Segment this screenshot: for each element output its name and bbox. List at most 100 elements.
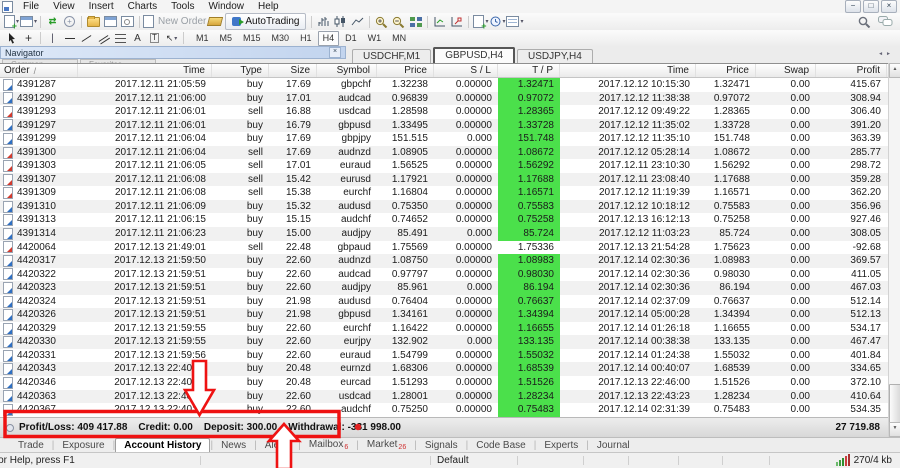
timeframe-w1[interactable]: W1	[363, 31, 387, 46]
autotrading-button[interactable]: AutoTrading	[225, 13, 306, 30]
line-chart-icon[interactable]	[349, 14, 366, 29]
refresh-icon[interactable]: ⇄	[44, 14, 61, 29]
history-row[interactable]: 43913142017.12.11 21:06:23buy15.00audjpy…	[0, 227, 888, 241]
minimize-button[interactable]: −	[845, 0, 861, 13]
history-row[interactable]: 44203312017.12.13 21:59:56buy22.60euraud…	[0, 349, 888, 363]
column-header-symbol[interactable]: Symbol	[317, 64, 377, 77]
new-document-button[interactable]: +▾	[472, 14, 489, 29]
history-row[interactable]: 44203302017.12.13 21:59:55buy22.60eurjpy…	[0, 335, 888, 349]
column-header-swap-close[interactable]: Swap	[756, 64, 816, 77]
column-header-profit-close[interactable]: Profit	[816, 64, 887, 77]
new-chart-button[interactable]: +▾	[3, 14, 20, 29]
pointer-icon[interactable]	[3, 31, 20, 46]
scrollbar-thumb[interactable]	[889, 384, 900, 424]
history-row[interactable]: 44203232017.12.13 21:59:51buy22.60audjpy…	[0, 281, 888, 295]
column-header-price-close[interactable]: Price	[696, 64, 756, 77]
restore-button[interactable]: □	[863, 0, 879, 13]
tab-market[interactable]: Market26	[359, 439, 414, 451]
menu-insert[interactable]: Insert	[82, 1, 121, 12]
menu-window[interactable]: Window	[201, 1, 251, 12]
column-header-type[interactable]: Type	[212, 64, 269, 77]
tile-windows-icon[interactable]	[407, 14, 424, 29]
candlestick-chart-icon[interactable]	[332, 14, 349, 29]
history-row[interactable]: 43912872017.12.11 21:05:59buy17.69gbpchf…	[0, 78, 888, 92]
timeframe-d1[interactable]: D1	[340, 31, 362, 46]
tab-experts[interactable]: Experts	[536, 440, 586, 451]
history-clock-button[interactable]: ▾	[489, 14, 506, 29]
tab-mailbox[interactable]: Mailbox6	[301, 439, 356, 451]
history-row[interactable]: 44203222017.12.13 21:59:51buy22.60audcad…	[0, 268, 888, 282]
market-watch-icon[interactable]	[102, 14, 119, 29]
text-icon[interactable]: A	[129, 31, 146, 46]
profiles-button[interactable]: ▾	[20, 14, 37, 29]
profiles-folder-icon[interactable]	[85, 14, 102, 29]
history-row[interactable]: 44203632017.12.13 22:40:00buy22.60usdcad…	[0, 390, 888, 404]
menu-help[interactable]: Help	[251, 1, 286, 12]
timeframe-m30[interactable]: M30	[267, 31, 295, 46]
tab-code-base[interactable]: Code Base	[468, 440, 533, 451]
column-header-time-close[interactable]: Time	[560, 64, 696, 77]
navigator-close-icon[interactable]: ×	[329, 47, 341, 58]
column-header-t-p[interactable]: T / P	[498, 64, 560, 77]
history-row[interactable]: 44203262017.12.13 21:59:51buy21.98gbpusd…	[0, 308, 888, 322]
timeframe-mn[interactable]: MN	[387, 31, 411, 46]
history-row[interactable]: 43913072017.12.11 21:06:08sell15.42eurus…	[0, 173, 888, 187]
label-icon[interactable]: T	[146, 31, 163, 46]
shapes-button[interactable]: ↖▾	[163, 31, 180, 46]
cursor-frame-icon[interactable]	[448, 14, 465, 29]
timeframe-m1[interactable]: M1	[191, 31, 214, 46]
navigator-titlebar[interactable]: Navigator ×	[0, 46, 346, 59]
chart-tab-usdjpy-h4[interactable]: USDJPY,H4	[517, 49, 593, 63]
channel-icon[interactable]	[95, 31, 112, 46]
indicators-icon[interactable]	[431, 14, 448, 29]
history-row[interactable]: 44203172017.12.13 21:59:50buy22.60audnzd…	[0, 254, 888, 268]
crosshair-target-icon[interactable]: +	[61, 14, 78, 29]
history-row[interactable]: 43913002017.12.11 21:06:04sell17.69audnz…	[0, 146, 888, 160]
history-row[interactable]: 43912972017.12.11 21:06:01buy16.79gbpusd…	[0, 119, 888, 133]
history-row[interactable]: 43912902017.12.11 21:06:00buy17.01audcad…	[0, 92, 888, 106]
chart-tab-gbpusd-h4[interactable]: GBPUSD,H4	[433, 47, 515, 63]
scroll-up-icon[interactable]: ▲	[889, 63, 900, 78]
tab-signals[interactable]: Signals	[417, 440, 466, 451]
history-row[interactable]: 43912992017.12.11 21:06:04buy17.69gbpjpy…	[0, 132, 888, 146]
tab-account-history[interactable]: Account History	[115, 438, 210, 452]
crosshair-icon[interactable]: +	[20, 31, 37, 46]
timeframe-m15[interactable]: M15	[238, 31, 266, 46]
tab-journal[interactable]: Journal	[589, 440, 638, 451]
history-row[interactable]: 43913092017.12.11 21:06:08sell15.38eurch…	[0, 186, 888, 200]
column-header-order[interactable]: Order/	[0, 64, 78, 77]
history-row[interactable]: 43913032017.12.11 21:06:05sell17.01eurau…	[0, 159, 888, 173]
history-row[interactable]: 44203672017.12.13 22:40:01buy22.60audchf…	[0, 403, 888, 417]
chat-icon[interactable]	[877, 14, 894, 29]
timeframe-h1[interactable]: H1	[295, 31, 317, 46]
tab-scroll-arrows[interactable]: ◄►	[878, 51, 894, 57]
column-header-s-l[interactable]: S / L	[434, 64, 498, 77]
fibonacci-icon[interactable]	[112, 31, 129, 46]
trendline-icon[interactable]	[78, 31, 95, 46]
vertical-line-icon[interactable]: |	[44, 31, 61, 46]
zoom-out-icon[interactable]	[390, 14, 407, 29]
data-window-icon[interactable]	[119, 14, 136, 29]
history-row[interactable]: 44203292017.12.13 21:59:55buy22.60eurchf…	[0, 322, 888, 336]
history-row[interactable]: 44203432017.12.13 22:40:00buy20.48eurnzd…	[0, 362, 888, 376]
new-order-button[interactable]: New Order	[143, 14, 206, 29]
tab-trade[interactable]: Trade	[10, 440, 52, 451]
history-row[interactable]: 44203462017.12.13 22:40:00buy20.48eurcad…	[0, 376, 888, 390]
column-header-time[interactable]: Time	[78, 64, 212, 77]
gold-ingots-icon[interactable]	[206, 14, 223, 29]
chart-tab-usdchf-m1[interactable]: USDCHF,M1	[352, 49, 431, 63]
history-row[interactable]: 44200642017.12.13 21:49:01sell22.48gbpau…	[0, 241, 888, 255]
menu-view[interactable]: View	[46, 1, 82, 12]
tab-alerts[interactable]: Alerts	[257, 440, 299, 451]
tab-news[interactable]: News	[213, 440, 254, 451]
history-row[interactable]: 43913132017.12.11 21:06:15buy15.15audchf…	[0, 213, 888, 227]
vertical-scrollbar[interactable]: ▲ ▼	[888, 63, 900, 437]
tester-button[interactable]: ▾	[506, 14, 523, 29]
history-row[interactable]: 44203242017.12.13 21:59:51buy21.98audusd…	[0, 295, 888, 309]
menu-tools[interactable]: Tools	[164, 1, 201, 12]
close-button[interactable]: ×	[881, 0, 897, 13]
column-header-size[interactable]: Size	[269, 64, 317, 77]
search-icon[interactable]	[856, 14, 873, 29]
timeframe-m5[interactable]: M5	[215, 31, 238, 46]
timeframe-h4[interactable]: H4	[318, 31, 340, 46]
